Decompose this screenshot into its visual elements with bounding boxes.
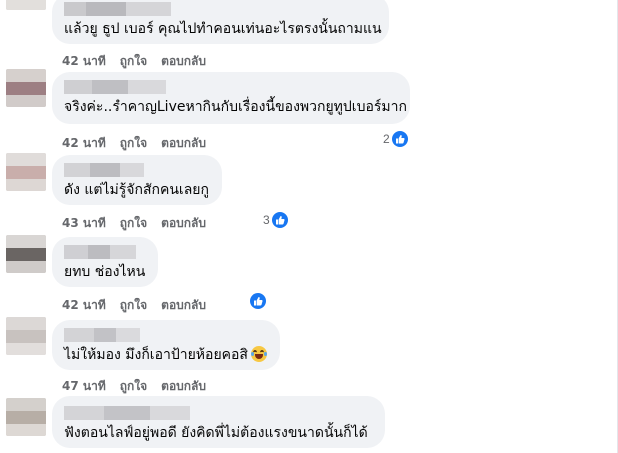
commenter-name-redacted[interactable] (64, 406, 373, 420)
reply-link[interactable]: ตอบกลับ (161, 214, 206, 233)
comment-timestamp[interactable]: 42 นาที (62, 134, 106, 153)
reaction-summary[interactable] (248, 293, 266, 309)
comment-actions: 43 นาที ถูกใจ ตอบกลับ (62, 214, 206, 233)
comment-actions: 42 นาที ถูกใจ ตอบกลับ (62, 134, 206, 153)
like-reaction-icon (250, 293, 266, 309)
comment-bubble: ยทบ ช่องไหน (52, 237, 158, 287)
reply-link[interactable]: ตอบกลับ (161, 377, 206, 396)
comment-bubble: แล้วยู ธูป เบอร์ คุณไปทำคอนเท่นอะไรตรงนั… (52, 0, 389, 44)
avatar[interactable] (6, 317, 46, 355)
like-reaction-icon (271, 212, 288, 228)
commenter-name-redacted[interactable] (64, 80, 398, 94)
comment-timestamp[interactable]: 43 นาที (62, 214, 106, 233)
comment-bubble: จริงค่ะ..รำคาญLiveหากินกับเรื่องนี้ของพว… (52, 72, 410, 124)
like-link[interactable]: ถูกใจ (120, 52, 147, 71)
reaction-summary[interactable]: 2 (383, 131, 408, 147)
comment-text: ยทบ ช่องไหน (64, 264, 146, 280)
avatar[interactable] (6, 235, 46, 273)
reaction-summary[interactable]: 3 (263, 212, 288, 228)
commenter-name-redacted[interactable] (64, 163, 210, 177)
reply-link[interactable]: ตอบกลับ (161, 52, 206, 71)
avatar[interactable] (6, 398, 46, 436)
like-link[interactable]: ถูกใจ (120, 296, 147, 315)
comment-text: แล้วยู ธูป เบอร์ คุณไปทำคอนเท่นอะไรตรงนั… (64, 21, 382, 37)
reply-link[interactable]: ตอบกลับ (161, 134, 206, 153)
laughing-tears-emoji-icon (250, 346, 267, 362)
commenter-name-redacted[interactable] (64, 328, 268, 342)
comment-bubble: ดัง แต่ไม่รู้จักสักคนเลยกู (52, 155, 222, 205)
commenter-name-redacted[interactable] (64, 245, 146, 259)
comment-text: ดัง แต่ไม่รู้จักสักคนเลยกู (64, 182, 209, 198)
reaction-count: 3 (263, 213, 270, 227)
avatar[interactable] (6, 0, 46, 10)
comment-actions: 42 นาที ถูกใจ ตอบกลับ (62, 52, 206, 71)
reply-link[interactable]: ตอบกลับ (161, 296, 206, 315)
comment-text: ฟังตอนไลฟ์อยู่พอดี ยังคิดพี่ไม่ต้องแรงขน… (64, 425, 368, 441)
comment-text-content: ไม่ให้มอง มึงก็เอาป้ายห้อยคอสิ (64, 347, 248, 363)
like-link[interactable]: ถูกใจ (120, 214, 147, 233)
comment-actions: 42 นาที ถูกใจ ตอบกลับ (62, 296, 206, 315)
like-reaction-icon (391, 131, 408, 147)
comment-text: จริงค่ะ..รำคาญLiveหากินกับเรื่องนี้ของพว… (64, 99, 407, 115)
comment-timestamp[interactable]: 47 นาที (62, 377, 106, 396)
comment-timestamp[interactable]: 42 นาที (62, 296, 106, 315)
comment-bubble: ไม่ให้มอง มึงก็เอาป้ายห้อยคอสิ (52, 320, 280, 370)
comment-bubble: ฟังตอนไลฟ์อยู่พอดี ยังคิดพี่ไม่ต้องแรงขน… (52, 396, 385, 448)
comment-text: ไม่ให้มอง มึงก็เอาป้ายห้อยคอสิ (64, 346, 268, 364)
avatar[interactable] (6, 153, 46, 191)
like-link[interactable]: ถูกใจ (120, 134, 147, 153)
comment-actions: 47 นาที ถูกใจ ตอบกลับ (62, 377, 206, 396)
commenter-name-redacted[interactable] (64, 2, 377, 16)
comment-timestamp[interactable]: 42 นาที (62, 52, 106, 71)
avatar[interactable] (6, 69, 46, 107)
like-link[interactable]: ถูกใจ (120, 377, 147, 396)
reaction-count: 2 (383, 132, 390, 146)
